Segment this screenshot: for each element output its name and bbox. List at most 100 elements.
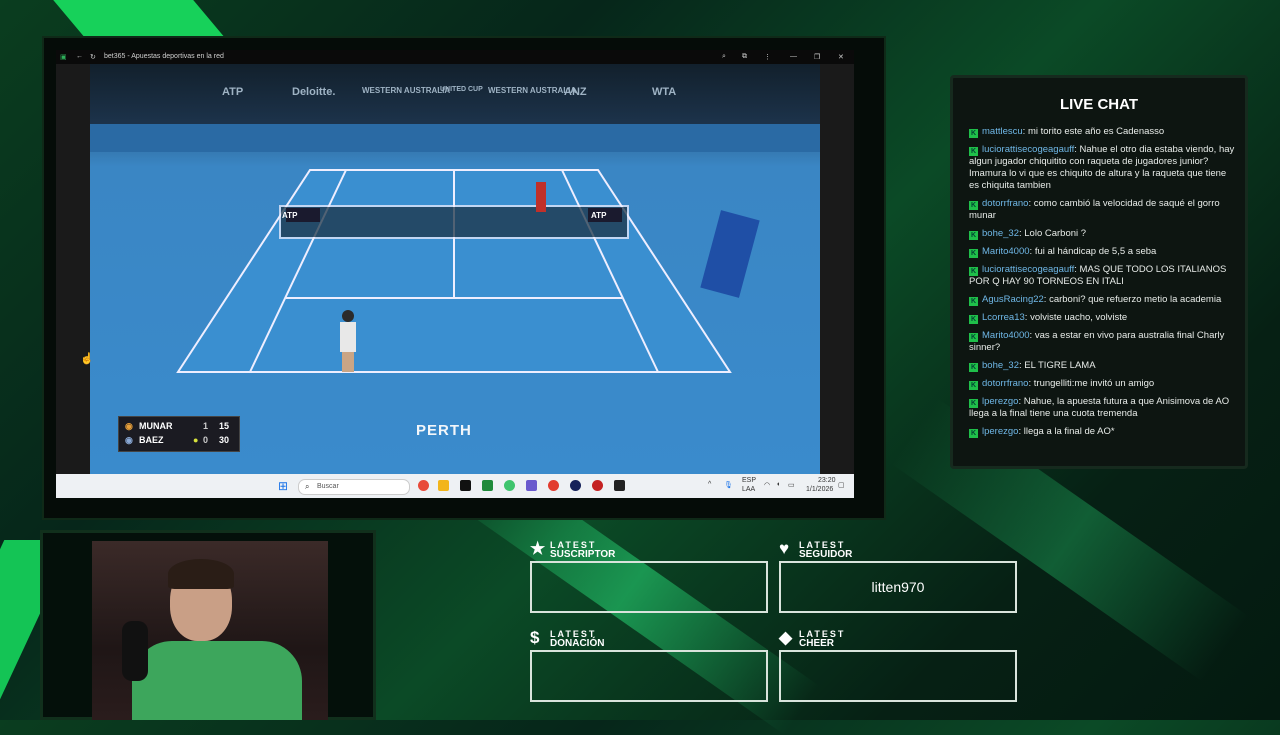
badge-icon: K bbox=[969, 267, 978, 276]
live-chat-panel: LIVE CHAT Kmattlescu: mi torito este año… bbox=[950, 75, 1248, 469]
player-name: BAEZ bbox=[139, 435, 164, 445]
sponsor-label: ATP bbox=[222, 86, 244, 98]
diamond-icon: ◆ bbox=[779, 628, 793, 647]
latest-label: SUSCRIPTOR bbox=[550, 549, 616, 560]
chat-user[interactable]: dotorrfrano bbox=[982, 198, 1028, 209]
chat-user[interactable]: dotorrfrano bbox=[982, 378, 1028, 389]
badge-icon: K bbox=[969, 429, 978, 438]
chat-text: fui al hándicap de 5,5 a seba bbox=[1034, 246, 1157, 257]
sponsor-label: WESTERN AUSTRALIA bbox=[488, 86, 577, 95]
net-logo: ATP bbox=[591, 211, 607, 220]
app-icon[interactable] bbox=[614, 480, 625, 491]
chat-message: Kbohe_32: Lolo Carboni ? bbox=[969, 228, 1087, 240]
windows-start-icon[interactable]: ⊞ bbox=[278, 479, 288, 493]
clock-date[interactable]: 1/1/2026 bbox=[806, 486, 833, 493]
back-icon[interactable]: ← bbox=[76, 53, 83, 60]
language-bottom[interactable]: LAA bbox=[742, 486, 755, 493]
score-row: ◉ BAEZ ● 0 30 bbox=[125, 435, 233, 449]
chat-user[interactable]: lperezgo bbox=[982, 396, 1018, 407]
chat-message: Kluciorattisecogeagauff: MAS QUE TODO LO… bbox=[969, 264, 1227, 287]
chat-text: volviste uacho, volviste bbox=[1030, 312, 1128, 323]
microphone bbox=[122, 621, 148, 681]
volume-icon[interactable]: ◖ bbox=[776, 481, 780, 488]
chat-text: EL TIGRE LAMA bbox=[1024, 360, 1096, 371]
wifi-icon[interactable]: ◠ bbox=[764, 481, 770, 489]
app-icon[interactable] bbox=[482, 480, 493, 491]
tray-chevron-icon[interactable]: ^ bbox=[708, 481, 711, 488]
webcam-feed bbox=[92, 541, 328, 720]
chat-user[interactable]: mattlescu bbox=[982, 126, 1023, 137]
teams-icon[interactable] bbox=[526, 480, 537, 491]
sponsor-label: WESTERN AUSTRALIA bbox=[362, 86, 451, 95]
player-flag-icon: ◉ bbox=[125, 435, 133, 445]
streaker-shirt bbox=[132, 641, 302, 720]
taskbar-search[interactable]: ⌕ Buscar bbox=[298, 479, 410, 495]
chat-message: K Marito4000: vas a estar en vivo para au… bbox=[969, 330, 1225, 353]
player-name: MUNAR bbox=[139, 421, 173, 431]
badge-icon: K bbox=[969, 381, 978, 390]
site-icon: ▣ bbox=[60, 54, 67, 61]
whatsapp-icon[interactable] bbox=[504, 480, 515, 491]
mouse-cursor-icon: ☝ bbox=[80, 353, 94, 365]
copilot-icon[interactable] bbox=[418, 480, 429, 491]
chat-message: K Lcorrea13: volviste uacho, volviste bbox=[969, 312, 1128, 324]
chat-text: Lolo Carboni ? bbox=[1024, 228, 1087, 239]
streamer-hair bbox=[168, 559, 234, 589]
badge-icon: K bbox=[969, 201, 978, 210]
chat-user[interactable]: bohe_32 bbox=[982, 228, 1019, 239]
search-icon[interactable]: ⌕ bbox=[722, 53, 726, 61]
chat-message: Klperezgo: llega a la final de AO* bbox=[969, 426, 1115, 438]
reload-icon[interactable]: ↻ bbox=[90, 53, 96, 61]
badge-icon: K bbox=[969, 147, 978, 156]
mic-icon[interactable]: 🎙 bbox=[724, 481, 733, 489]
decor-stripe bbox=[53, 0, 227, 40]
badge-icon: K bbox=[969, 249, 978, 258]
venue-text: PERTH bbox=[416, 422, 472, 439]
chat-user[interactable]: Lcorrea13 bbox=[982, 312, 1025, 323]
battery-icon[interactable]: ▭ bbox=[788, 481, 795, 489]
chat-user[interactable]: Marito4000 bbox=[982, 246, 1030, 257]
language-top[interactable]: ESP bbox=[742, 477, 756, 484]
badge-icon: K bbox=[969, 231, 978, 240]
chat-user[interactable]: luciorattisecogeagauff bbox=[982, 264, 1074, 275]
notification-icon[interactable]: ▢ bbox=[838, 481, 845, 489]
star-icon: ★ bbox=[530, 539, 546, 558]
chat-text: mi torito este año es Cadenasso bbox=[1027, 126, 1165, 137]
server-icon: ◉ bbox=[125, 421, 133, 431]
clock-time[interactable]: 23:20 bbox=[818, 477, 836, 484]
windows-taskbar: ⊞ ⌕ Buscar ^ 🎙 ESP LAA ◠ ◖ ▭ 23:20 1/1/2… bbox=[56, 474, 854, 498]
chat-user[interactable]: luciorattisecogeagauff bbox=[982, 144, 1074, 155]
close-icon[interactable]: ✕ bbox=[838, 53, 844, 61]
badge-icon: K bbox=[969, 399, 978, 408]
serve-indicator-icon: ● bbox=[193, 435, 199, 445]
badge-icon: K bbox=[969, 333, 978, 342]
restore-icon[interactable]: ❐ bbox=[814, 53, 820, 61]
chat-user[interactable]: Marito4000 bbox=[982, 330, 1030, 341]
latest-label: DONACIÓN bbox=[550, 638, 605, 649]
minimize-icon[interactable]: — bbox=[790, 53, 797, 60]
menu-icon[interactable]: ⋮ bbox=[764, 53, 771, 61]
tab-title: bet365 - Apuestas deportivas en la red bbox=[104, 53, 224, 60]
file-explorer-icon[interactable] bbox=[438, 480, 449, 491]
player-points: 15 bbox=[219, 421, 230, 431]
chat-user[interactable]: bohe_32 bbox=[982, 360, 1019, 371]
chat-message: Kmattlescu: mi torito este año es Cadena… bbox=[969, 126, 1165, 138]
app-icon[interactable] bbox=[570, 480, 581, 491]
latest-follower-box: litten970 bbox=[779, 561, 1017, 613]
chrome-icon[interactable] bbox=[548, 480, 559, 491]
latest-label: CHEER bbox=[799, 638, 835, 649]
chat-user[interactable]: AgusRacing22 bbox=[982, 294, 1044, 305]
chat-user[interactable]: lperezgo bbox=[982, 426, 1018, 437]
tiktok-icon[interactable] bbox=[460, 480, 471, 491]
extensions-icon[interactable]: ⧉ bbox=[742, 53, 747, 61]
sponsor-label: WTA bbox=[652, 86, 677, 98]
badge-icon: K bbox=[969, 363, 978, 372]
badge-icon: K bbox=[969, 129, 978, 138]
chat-text: llega a la final de AO* bbox=[1023, 426, 1115, 437]
latest-donation-box bbox=[530, 650, 768, 702]
tennis-video[interactable]: ATP Deloitte. WESTERN AUSTRALIA UNITED C… bbox=[56, 64, 854, 474]
app-icon[interactable] bbox=[592, 480, 603, 491]
player-sets: 1 bbox=[203, 421, 209, 431]
chat-title: LIVE CHAT bbox=[1059, 96, 1139, 113]
chat-message: Kbohe_32: EL TIGRE LAMA bbox=[969, 360, 1096, 372]
